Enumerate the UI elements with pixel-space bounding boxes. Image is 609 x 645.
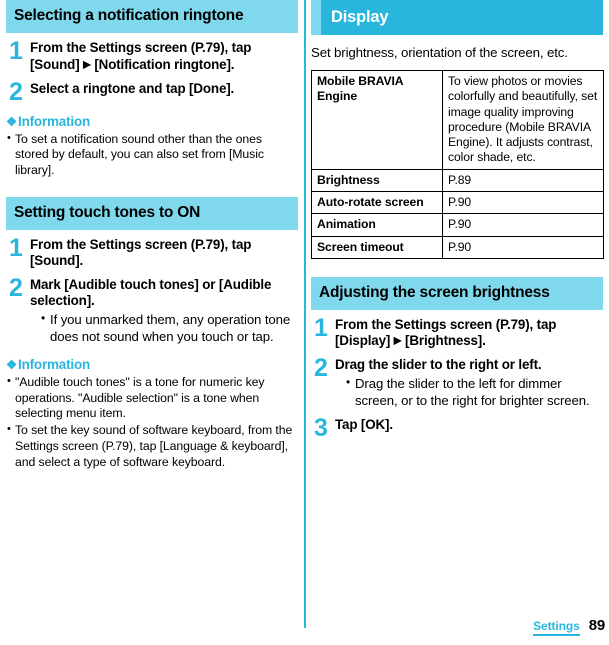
section-heading-selecting-notification-ringtone: Selecting a notification ringtone [6, 0, 298, 33]
page-number: 89 [588, 617, 606, 634]
step-body: Select a ringtone and tap [Done]. [30, 81, 298, 98]
column-divider [304, 0, 306, 628]
heading-accent-bar [311, 0, 321, 35]
floral-diamond-icon: ❖ [6, 357, 18, 372]
table-row: Brightness P.89 [311, 168, 604, 193]
information-label: Information [18, 113, 91, 129]
information-list: "Audible touch tones" is a tone for nume… [6, 374, 298, 471]
table-cell-key: Animation [311, 213, 443, 237]
list-item: Drag the slider to the left for dimmer s… [346, 374, 601, 410]
step-body: Mark [Audible touch tones] or [Audible s… [30, 277, 298, 346]
table-cell-value: P.90 [442, 213, 604, 237]
step-body: Drag the slider to the right or left. Dr… [335, 357, 603, 410]
table-cell-value: P.90 [442, 235, 604, 259]
step-item: 2 Mark [Audible touch tones] or [Audible… [6, 273, 298, 346]
step-title: Select a ringtone and tap [Done]. [30, 80, 235, 96]
arrow-right-icon: ▶ [83, 59, 91, 70]
step-item: 1 From the Settings screen (P.79), tap [… [311, 313, 603, 351]
section-heading-setting-touch-tones: Setting touch tones to ON [6, 196, 298, 230]
step-title-after: [Brightness]. [401, 333, 486, 349]
step-title: From the Settings screen (P.79), tap [Di… [335, 317, 601, 351]
footer-chapter-tab: Settings [533, 619, 580, 636]
step-number: 1 [314, 313, 328, 342]
list-item: To set the key sound of software keyboar… [6, 422, 298, 470]
step-number: 3 [314, 413, 328, 442]
step-body: From the Settings screen (P.79), tap [So… [30, 40, 298, 74]
step-item: 2 Drag the slider to the right or left. … [311, 354, 603, 410]
left-column: Selecting a notification ringtone 1 From… [6, 0, 298, 471]
step-title: Drag the slider to the right or left. [335, 357, 542, 373]
table-row: Screen timeout P.90 [311, 235, 604, 259]
step-number: 1 [9, 37, 23, 65]
table-cell-value: P.89 [442, 168, 604, 193]
step-number: 2 [314, 354, 328, 383]
step-title: Tap [OK]. [335, 416, 393, 432]
step-number: 2 [9, 77, 23, 106]
floral-diamond-icon: ❖ [6, 114, 18, 129]
step-item: 1 From the Settings screen (P.79), tap [… [6, 37, 298, 74]
step-body: From the Settings screen (P.79), tap [Di… [335, 317, 603, 351]
information-heading: ❖Information [6, 356, 298, 374]
information-label: Information [18, 356, 91, 372]
list-item: To set a notification sound other than t… [6, 130, 298, 179]
table-cell-key: Brightness [311, 168, 443, 193]
display-settings-table: Mobile BRAVIA Engine To view photos or m… [311, 70, 604, 259]
table-cell-key: Mobile BRAVIA Engine [311, 70, 443, 170]
step-body: From the Settings screen (P.79), tap [So… [30, 237, 298, 270]
table-cell-key: Auto-rotate screen [311, 191, 443, 215]
right-column: Display Set brightness, orientation of t… [311, 0, 604, 442]
information-list: To set a notification sound other than t… [6, 130, 298, 179]
manual-page: Selecting a notification ringtone 1 From… [0, 0, 609, 645]
step-item: 1 From the Settings screen (P.79), tap [… [6, 233, 298, 270]
information-heading: ❖Information [6, 113, 298, 131]
step-sub-bullets: Drag the slider to the left for dimmer s… [335, 374, 601, 410]
table-cell-key: Screen timeout [311, 235, 443, 259]
heading-text: Display [321, 0, 603, 35]
table-row: Mobile BRAVIA Engine To view photos or m… [311, 70, 604, 170]
table-row: Auto-rotate screen P.90 [311, 191, 604, 215]
table-cell-value: To view photos or movies colorfully and … [442, 70, 604, 170]
section-lead-text: Set brightness, orientation of the scree… [311, 45, 568, 60]
step-item: 3 Tap [OK]. [311, 413, 603, 442]
page-footer: Settings 89 [533, 617, 605, 636]
step-title-after: [Notification ringtone]. [90, 56, 235, 72]
step-sub-bullets: If you unmarked them, any operation tone… [30, 310, 296, 346]
list-item: "Audible touch tones" is a tone for nume… [6, 374, 298, 422]
section-heading-display: Display [311, 0, 603, 35]
step-item: 2 Select a ringtone and tap [Done]. [6, 77, 298, 106]
step-number: 2 [9, 273, 23, 302]
table-row: Animation P.90 [311, 213, 604, 237]
section-heading-adjusting-screen-brightness: Adjusting the screen brightness [311, 276, 603, 310]
table-cell-value: P.90 [442, 191, 604, 215]
step-title: From the Settings screen (P.79), tap [So… [30, 236, 252, 269]
step-number: 1 [9, 233, 23, 262]
step-title: From the Settings screen (P.79), tap [So… [30, 40, 296, 74]
step-title: Mark [Audible touch tones] or [Audible s… [30, 276, 272, 309]
list-item: If you unmarked them, any operation tone… [41, 310, 296, 346]
step-body: Tap [OK]. [335, 417, 603, 434]
